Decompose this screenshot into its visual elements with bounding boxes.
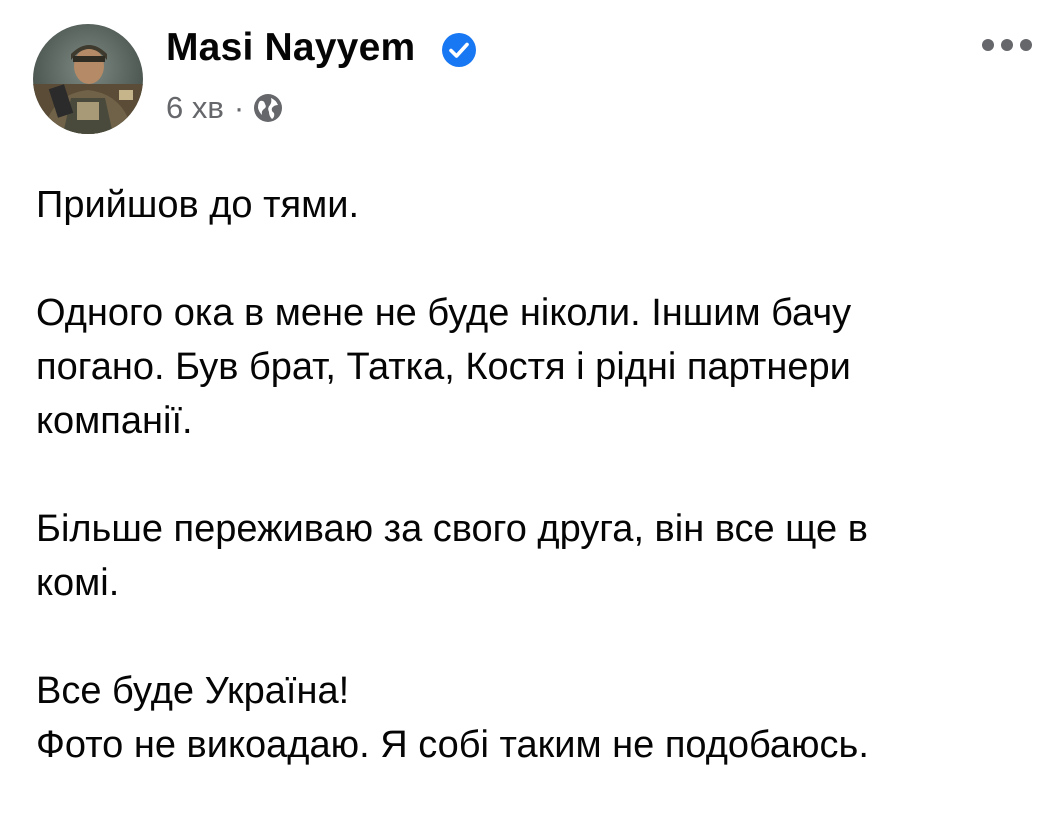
post-timestamp[interactable]: 6 хв	[166, 90, 224, 126]
text-line: комі.	[36, 562, 120, 604]
text-line: Одного ока в мене не буде ніколи. Іншим …	[36, 292, 852, 334]
post-paragraph: Прийшов до тями.	[36, 178, 1036, 232]
post-paragraph: Все буде Україна! Фото не викоадаю. Я со…	[36, 664, 1036, 772]
text-line: Фото не викоадаю. Я собі таким не подоба…	[36, 724, 869, 766]
post-paragraph: Більше переживаю за свого друга, він все…	[36, 502, 1036, 610]
verified-badge-icon	[442, 33, 476, 67]
more-options-button[interactable]	[982, 30, 1032, 60]
facebook-post: Masi Nayyem 6 хв · Прийшов до тями. Одно…	[0, 0, 1064, 814]
text-line: Прийшов до тями.	[36, 184, 360, 226]
post-text: Прийшов до тями. Одного ока в мене не бу…	[36, 178, 1036, 772]
globe-icon	[254, 94, 283, 122]
text-line: Більше переживаю за свого друга, він все…	[36, 508, 868, 550]
avatar-photo	[33, 24, 143, 134]
avatar[interactable]	[33, 24, 143, 134]
more-dot-icon	[1020, 39, 1032, 51]
meta-separator: ·	[233, 90, 245, 125]
text-line: погано. Був брат, Татка, Костя і рідні п…	[36, 346, 851, 388]
text-line: Все буде Україна!	[36, 670, 350, 712]
author-name[interactable]: Masi Nayyem	[166, 26, 415, 70]
text-line: компанії.	[36, 400, 193, 442]
more-dot-icon	[982, 39, 994, 51]
more-dot-icon	[1001, 39, 1013, 51]
post-meta: 6 хв ·	[166, 88, 284, 128]
post-paragraph: Одного ока в мене не буде ніколи. Іншим …	[36, 286, 1036, 448]
